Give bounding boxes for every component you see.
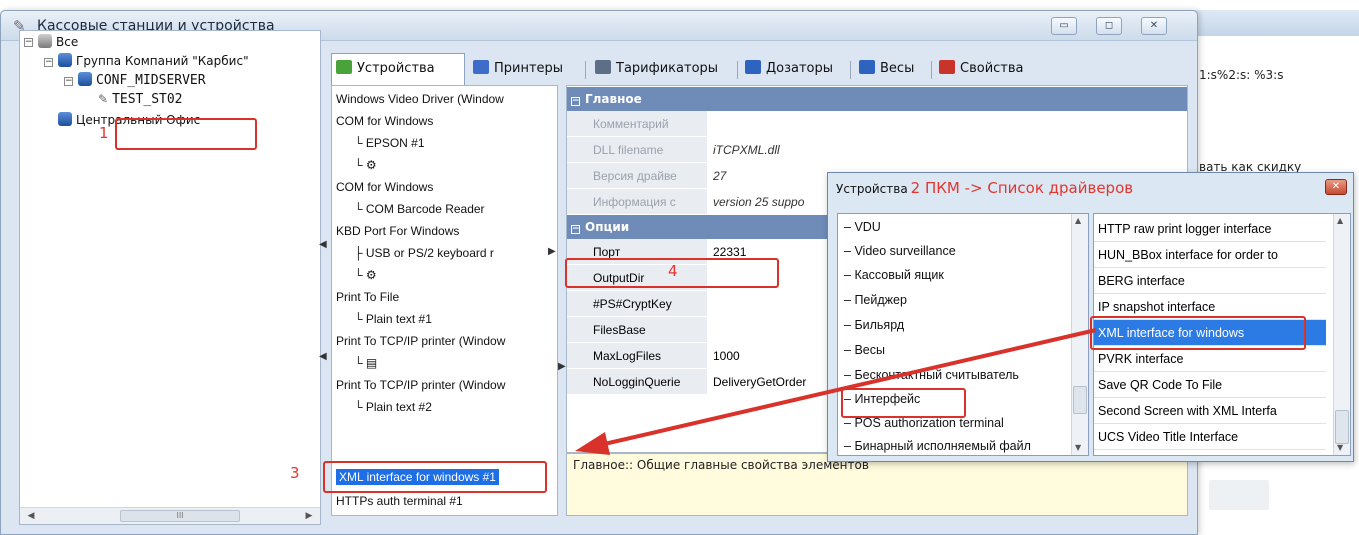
annotation-arrow bbox=[575, 328, 1097, 455]
arrow-line bbox=[599, 328, 1097, 447]
arrow-head bbox=[575, 432, 610, 455]
